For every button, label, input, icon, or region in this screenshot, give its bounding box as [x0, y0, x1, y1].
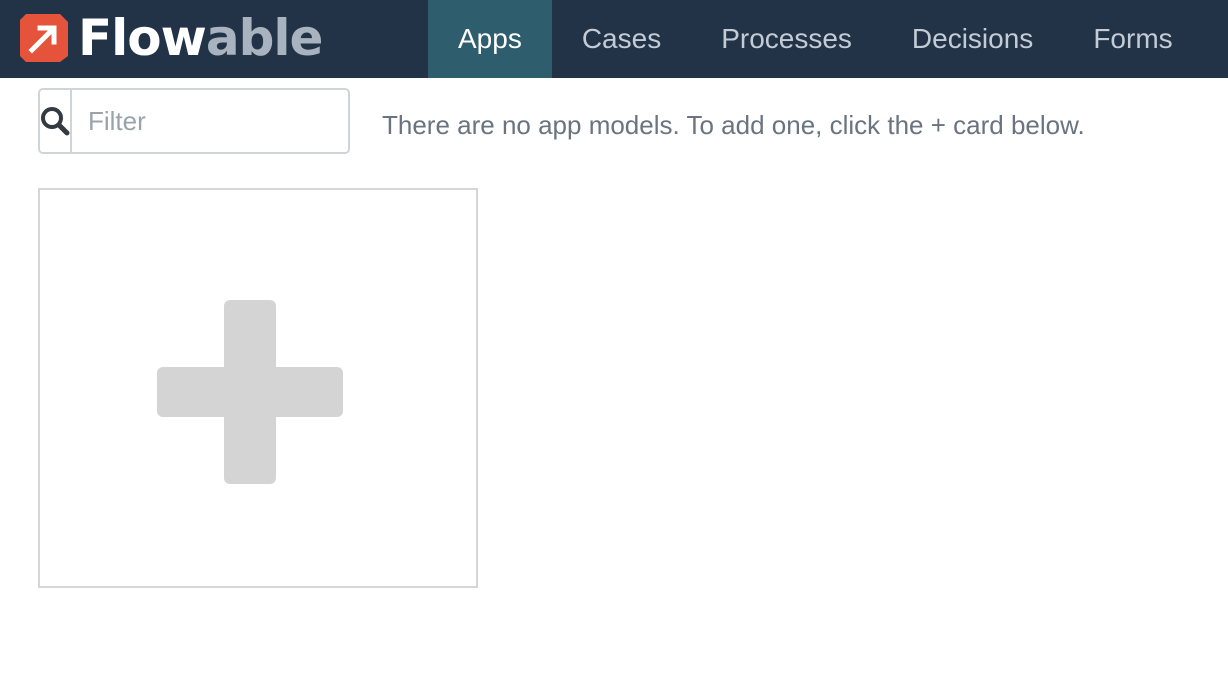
search-icon: [41, 107, 70, 136]
flowable-logo[interactable]: Flowable: [18, 9, 324, 67]
top-navbar: Flowable Apps Cases Processes Decisions …: [0, 0, 1228, 78]
add-app-card[interactable]: [38, 188, 478, 588]
empty-state-message: There are no app models. To add one, cli…: [382, 110, 1085, 140]
logo-text-accent: able: [205, 9, 324, 67]
tab-apps[interactable]: Apps: [428, 0, 552, 78]
flowable-logo-icon: [20, 14, 68, 62]
nav-tabs: Apps Cases Processes Decisions Forms: [428, 0, 1203, 78]
logo-text-main: Flow: [78, 9, 207, 67]
search-addon[interactable]: [40, 90, 72, 152]
tab-decisions[interactable]: Decisions: [882, 0, 1063, 78]
tab-forms[interactable]: Forms: [1063, 0, 1202, 78]
filter-input[interactable]: [72, 90, 348, 152]
tab-processes[interactable]: Processes: [691, 0, 882, 78]
tab-cases[interactable]: Cases: [552, 0, 691, 78]
filter-group: [38, 88, 350, 154]
plus-icon-horizontal-bar: [157, 367, 343, 417]
logo-text: Flowable: [78, 9, 324, 67]
